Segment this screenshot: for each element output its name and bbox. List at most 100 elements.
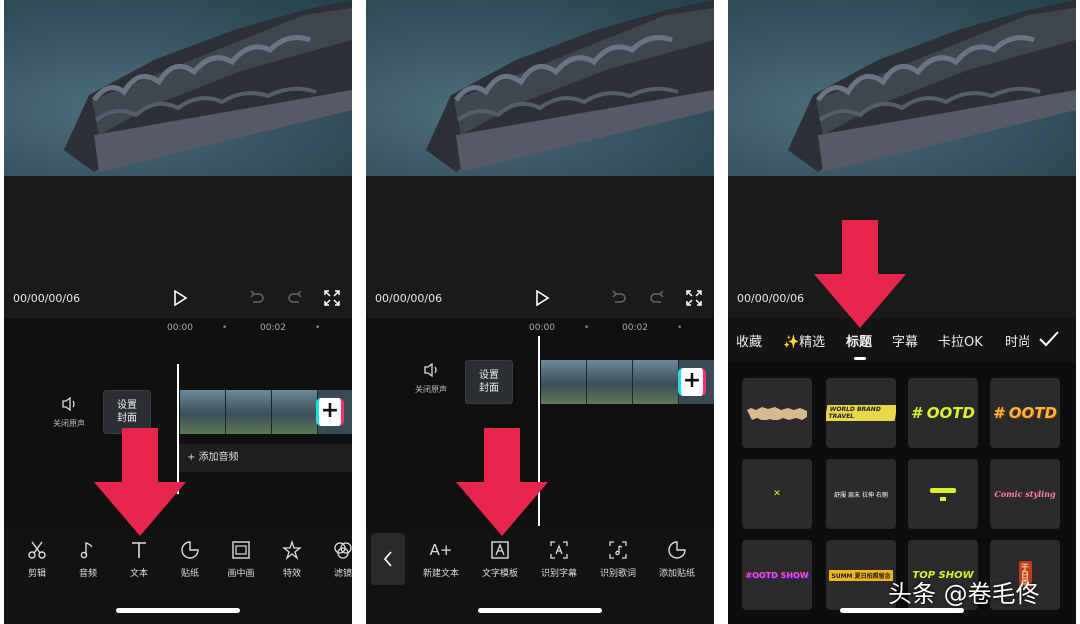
speaker-icon bbox=[424, 362, 437, 378]
toolbar-item-label: 新建文本 bbox=[422, 569, 459, 579]
tab-4[interactable]: 卡拉OK bbox=[938, 331, 983, 350]
video-preview bbox=[728, 0, 1076, 182]
fullscreen-icon[interactable] bbox=[686, 290, 702, 306]
red-arrow-down bbox=[456, 428, 548, 536]
text-icon bbox=[113, 540, 165, 560]
speaker-icon bbox=[62, 396, 75, 412]
template-tile[interactable]: #OOTD SHOW bbox=[742, 540, 812, 610]
video-roof-frame bbox=[728, 0, 1076, 182]
mute-original-button[interactable]: 关闭原声 bbox=[39, 396, 99, 429]
redo-icon[interactable] bbox=[287, 290, 303, 306]
mute-original-button[interactable]: 关闭原声 bbox=[401, 362, 461, 395]
redo-icon[interactable] bbox=[649, 290, 665, 306]
mute-original-label: 关闭原声 bbox=[53, 419, 85, 428]
template-tile[interactable]: # OOTD bbox=[908, 378, 978, 448]
template-text-world-brand: WORLD BRAND TRAVEL bbox=[826, 405, 896, 421]
ruler-time-2: 00:02 bbox=[622, 323, 648, 333]
active-tab-indicator bbox=[854, 357, 866, 360]
template-text-ootd-lime: # OOTD bbox=[911, 404, 975, 422]
red-arrow-down bbox=[814, 220, 906, 328]
screen-panel-edit: 00/00/00/06 00:00 • 00:02 • 关闭原声 设置 封面 + … bbox=[4, 0, 352, 624]
cover-label-2: 封面 bbox=[479, 383, 499, 394]
toolbar-item-label: 滤镜 bbox=[333, 569, 352, 579]
fullscreen-icon[interactable] bbox=[324, 290, 340, 306]
video-roof-frame bbox=[366, 0, 714, 182]
clip-frame bbox=[587, 360, 633, 404]
video-preview bbox=[4, 0, 352, 182]
template-text-weekend: 舒服 周末 拉伸 右側 bbox=[834, 491, 888, 499]
template-tile[interactable]: SUMM 夏日拍照留念 bbox=[826, 540, 896, 610]
toolbar-item-add-sticker[interactable]: 添加贴纸 bbox=[651, 540, 703, 579]
toolbar-item-label: 识别歌词 bbox=[599, 569, 636, 579]
toolbar-item-scissors[interactable]: 剪辑 bbox=[11, 540, 63, 579]
screen-panel-text: 00/00/00/06 00:00 • 00:02 • 关闭原声 设置 封面 + … bbox=[366, 0, 714, 624]
toolbar-item-label: 音频 bbox=[78, 569, 97, 579]
toolbar-item-label: 剪辑 bbox=[27, 569, 46, 579]
toolbar-item-filter[interactable]: 滤镜 bbox=[317, 540, 352, 579]
check-icon[interactable] bbox=[1038, 330, 1060, 348]
home-indicator bbox=[116, 608, 240, 613]
text-template-icon bbox=[474, 540, 526, 560]
template-text-summer: SUMM 夏日拍照留念 bbox=[829, 569, 893, 581]
add-sticker-icon bbox=[651, 540, 703, 560]
recognize-lyrics-icon bbox=[592, 540, 644, 560]
toolbar-item-recognize-subtitle[interactable]: 识别字幕 bbox=[533, 540, 585, 579]
toolbar-item-label: 识别字幕 bbox=[540, 569, 577, 579]
music-note-icon bbox=[62, 540, 114, 560]
clip-frame bbox=[226, 390, 272, 434]
template-tile[interactable]: WORLD BRAND TRAVEL bbox=[826, 378, 896, 448]
template-tile[interactable]: # OOTD bbox=[990, 378, 1060, 448]
clip-frame bbox=[541, 360, 587, 404]
add-clip-button[interactable]: + bbox=[678, 368, 706, 396]
sticker-icon bbox=[164, 540, 216, 560]
toolbar-item-new-text[interactable]: A+ 新建文本 bbox=[415, 540, 467, 579]
tab-0[interactable]: 收藏 bbox=[736, 331, 762, 350]
template-text-comic: Comic styling bbox=[994, 489, 1056, 499]
add-audio-button[interactable]: + 添加音频 bbox=[179, 444, 352, 472]
screen-panel-templates: 00/00/00/06 收藏 ✨精选 标题 字幕 卡拉OK 时尚 WORLD BRAND … bbox=[728, 0, 1076, 624]
tab-1[interactable]: ✨精选 bbox=[783, 331, 825, 350]
ruler-dot: • bbox=[315, 323, 321, 333]
toolbar-item-picture-in-picture[interactable]: 画中画 bbox=[215, 540, 267, 579]
home-indicator bbox=[478, 608, 602, 613]
template-tile[interactable] bbox=[742, 378, 812, 448]
toolbar-item-music-note[interactable]: 音频 bbox=[62, 540, 114, 579]
template-tile[interactable]: 舒服 周末 拉伸 右側 bbox=[826, 459, 896, 529]
add-clip-button[interactable]: + bbox=[316, 398, 344, 426]
toolbar-item-text-template[interactable]: 文字模板 bbox=[474, 540, 526, 579]
toolbar-item-label: 文字模板 bbox=[481, 569, 518, 579]
tab-3[interactable]: 字幕 bbox=[892, 331, 918, 350]
play-icon[interactable] bbox=[172, 290, 188, 306]
ruler-time-2: 00:02 bbox=[260, 323, 286, 333]
toolbar-item-sticker[interactable]: 贴纸 bbox=[164, 540, 216, 579]
clip-frame bbox=[633, 360, 679, 404]
new-text-icon: A+ bbox=[429, 541, 453, 559]
template-tile[interactable] bbox=[908, 459, 978, 529]
play-icon[interactable] bbox=[534, 290, 550, 306]
toolbar-item-label: 添加贴纸 bbox=[658, 569, 695, 579]
cover-label-1: 设置 bbox=[117, 400, 137, 411]
toolbar-item-effects-star[interactable]: 特效 bbox=[266, 540, 318, 579]
cover-label-2: 封面 bbox=[117, 413, 137, 424]
template-tile[interactable]: ✕ bbox=[742, 459, 812, 529]
toolbar-item-text[interactable]: 文本 bbox=[113, 540, 165, 579]
video-roof-frame bbox=[4, 0, 352, 182]
toolbar-item-label: 画中画 bbox=[227, 569, 255, 579]
template-tile[interactable]: Comic styling bbox=[990, 459, 1060, 529]
set-cover-button[interactable]: 设置 封面 bbox=[465, 360, 513, 404]
back-button[interactable] bbox=[371, 533, 405, 585]
filter-icon bbox=[317, 540, 352, 560]
template-text-cross: ✕ bbox=[773, 489, 781, 499]
clip-frame bbox=[272, 390, 318, 434]
tab-5[interactable]: 时尚 bbox=[1005, 331, 1029, 350]
tab-2[interactable]: 标题 bbox=[846, 331, 872, 350]
chevron-left-icon bbox=[383, 551, 392, 567]
undo-icon[interactable] bbox=[249, 290, 265, 306]
recognize-subtitle-icon bbox=[533, 540, 585, 560]
toolbar-item-recognize-lyrics[interactable]: 识别歌词 bbox=[592, 540, 644, 579]
effects-star-icon bbox=[266, 540, 318, 560]
toolbar-item-label: 特效 bbox=[282, 569, 301, 579]
template-text-ootd-orange: # OOTD bbox=[993, 404, 1057, 422]
undo-icon[interactable] bbox=[611, 290, 627, 306]
timecode: 00/00/00/06 bbox=[737, 292, 805, 305]
